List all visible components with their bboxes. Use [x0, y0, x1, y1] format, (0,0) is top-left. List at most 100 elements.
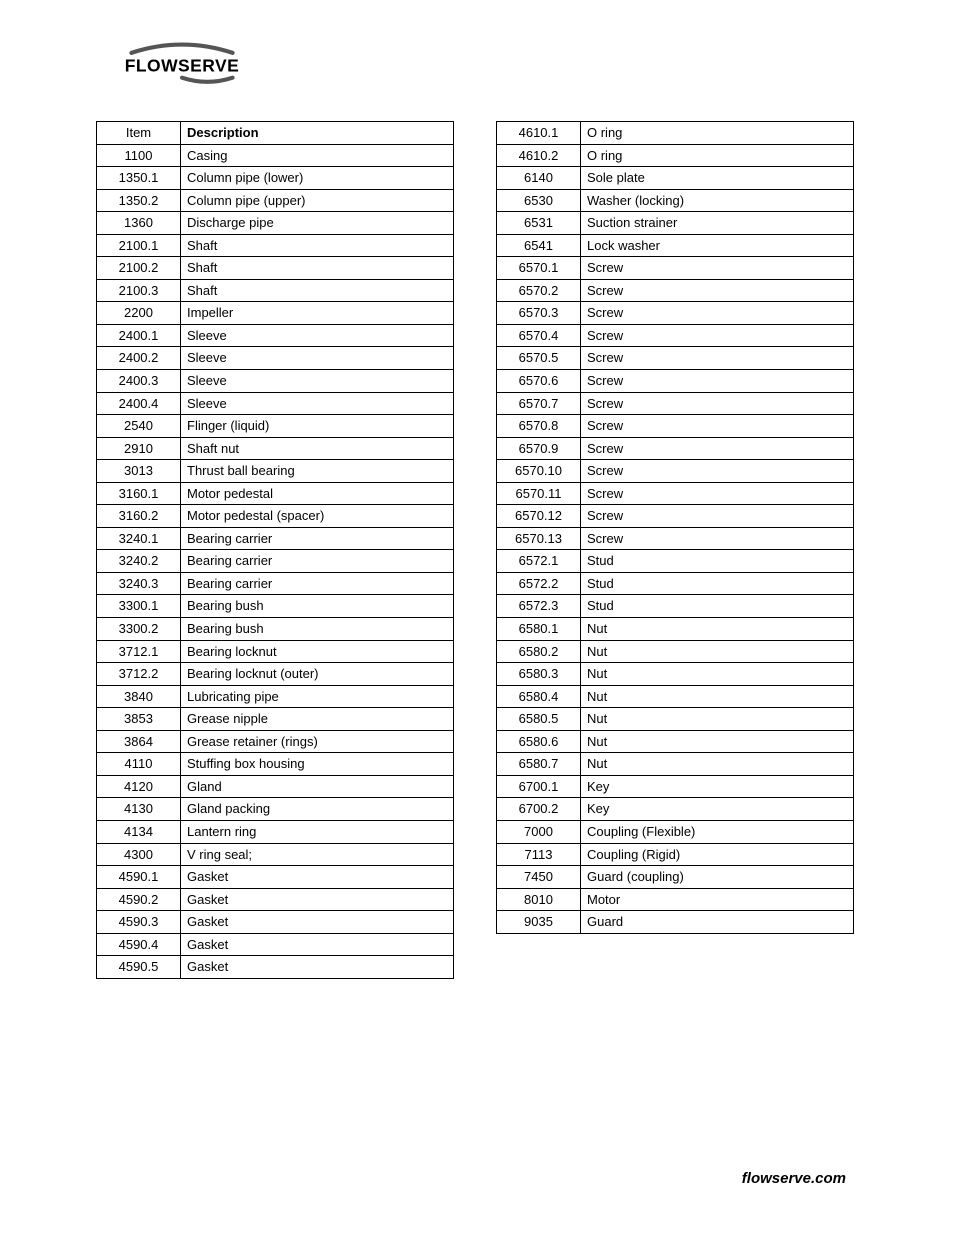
table-row: 6580.5Nut — [497, 708, 854, 731]
table-row: 4590.4Gasket — [97, 933, 454, 956]
item-number: 4130 — [97, 798, 181, 821]
table-row: 2400.1Sleeve — [97, 324, 454, 347]
table-row: 4590.1Gasket — [97, 866, 454, 889]
table-row: 7113Coupling (Rigid) — [497, 843, 854, 866]
item-number: 3300.2 — [97, 618, 181, 641]
table-row: 1350.1Column pipe (lower) — [97, 167, 454, 190]
item-number: 3013 — [97, 460, 181, 483]
item-number: 6570.1 — [497, 257, 581, 280]
item-number: 4590.2 — [97, 888, 181, 911]
table-row: 4590.2Gasket — [97, 888, 454, 911]
table-row: 6570.13Screw — [497, 527, 854, 550]
table-row: 6570.11Screw — [497, 482, 854, 505]
table-row: 6570.1Screw — [497, 257, 854, 280]
table-row: 3160.2Motor pedestal (spacer) — [97, 505, 454, 528]
item-number: 6531 — [497, 212, 581, 235]
item-description: Screw — [581, 482, 854, 505]
item-number: 6570.5 — [497, 347, 581, 370]
item-description: Impeller — [181, 302, 454, 325]
table-row: 4300V ring seal; — [97, 843, 454, 866]
item-description: Stud — [581, 572, 854, 595]
item-description: Screw — [581, 505, 854, 528]
item-number: 4610.2 — [497, 144, 581, 167]
item-number: 6570.7 — [497, 392, 581, 415]
table-row: 3300.2Bearing bush — [97, 618, 454, 641]
item-number: 6580.4 — [497, 685, 581, 708]
item-number: 4590.4 — [97, 933, 181, 956]
table-row: 7450Guard (coupling) — [497, 866, 854, 889]
item-number: 6580.1 — [497, 618, 581, 641]
item-description: Bearing carrier — [181, 572, 454, 595]
item-number: 3853 — [97, 708, 181, 731]
item-number: 8010 — [497, 888, 581, 911]
table-row: 6570.5Screw — [497, 347, 854, 370]
table-row: 3240.2Bearing carrier — [97, 550, 454, 573]
item-number: 6580.6 — [497, 730, 581, 753]
item-number: 6580.5 — [497, 708, 581, 731]
item-number: 6140 — [497, 167, 581, 190]
table-row: 6570.7Screw — [497, 392, 854, 415]
table-row: 2400.2Sleeve — [97, 347, 454, 370]
item-description: Lantern ring — [181, 820, 454, 843]
item-number: 1360 — [97, 212, 181, 235]
table-row: 3853Grease nipple — [97, 708, 454, 731]
item-description: Bearing bush — [181, 618, 454, 641]
item-number: 4610.1 — [497, 122, 581, 145]
table-row: 6570.12Screw — [497, 505, 854, 528]
item-description: Bearing carrier — [181, 550, 454, 573]
item-number: 6570.4 — [497, 324, 581, 347]
item-description: Stud — [581, 550, 854, 573]
table-row: 1360Discharge pipe — [97, 212, 454, 235]
table-row: 2100.3Shaft — [97, 279, 454, 302]
item-description: Coupling (Flexible) — [581, 820, 854, 843]
table-row: 6700.2Key — [497, 798, 854, 821]
table-row: 3240.3Bearing carrier — [97, 572, 454, 595]
item-number: 6580.3 — [497, 663, 581, 686]
table-row: 3240.1Bearing carrier — [97, 527, 454, 550]
item-number: 6700.1 — [497, 775, 581, 798]
item-description: Nut — [581, 708, 854, 731]
item-description: Suction strainer — [581, 212, 854, 235]
table-row: 6580.4Nut — [497, 685, 854, 708]
table-row: 6570.2Screw — [497, 279, 854, 302]
table-row: 4120Gland — [97, 775, 454, 798]
item-number: 3240.2 — [97, 550, 181, 573]
item-description: Stuffing box housing — [181, 753, 454, 776]
item-description: Gland packing — [181, 798, 454, 821]
item-description: Gasket — [181, 866, 454, 889]
item-description: Screw — [581, 527, 854, 550]
table-row: 2200Impeller — [97, 302, 454, 325]
table-row: 3160.1Motor pedestal — [97, 482, 454, 505]
item-description: Gasket — [181, 933, 454, 956]
table-row: 6580.1Nut — [497, 618, 854, 641]
item-number: 3160.1 — [97, 482, 181, 505]
item-description: Sleeve — [181, 324, 454, 347]
item-number: 3712.1 — [97, 640, 181, 663]
item-description: Key — [581, 775, 854, 798]
item-number: 2910 — [97, 437, 181, 460]
item-description: Bearing carrier — [181, 527, 454, 550]
item-number: 6570.2 — [497, 279, 581, 302]
item-description: Screw — [581, 392, 854, 415]
item-number: 6570.6 — [497, 370, 581, 393]
item-number: 6530 — [497, 189, 581, 212]
table-row: 3300.1Bearing bush — [97, 595, 454, 618]
item-number: 6570.10 — [497, 460, 581, 483]
table-row: 6700.1Key — [497, 775, 854, 798]
table-row: 6570.6Screw — [497, 370, 854, 393]
item-number: 4590.1 — [97, 866, 181, 889]
item-description: Screw — [581, 370, 854, 393]
item-description: Column pipe (lower) — [181, 167, 454, 190]
item-description: Screw — [581, 415, 854, 438]
svg-text:FLOWSERVE: FLOWSERVE — [125, 55, 239, 75]
header-description: Description — [181, 122, 454, 145]
table-row: 6572.1Stud — [497, 550, 854, 573]
item-number: 6570.11 — [497, 482, 581, 505]
item-number: 2540 — [97, 415, 181, 438]
item-description: Sleeve — [181, 370, 454, 393]
right-table-column: 4610.1O ring4610.2O ring6140Sole plate65… — [496, 121, 854, 979]
item-description: Casing — [181, 144, 454, 167]
table-row: 3712.1Bearing locknut — [97, 640, 454, 663]
table-row: 3712.2Bearing locknut (outer) — [97, 663, 454, 686]
item-description: Nut — [581, 663, 854, 686]
